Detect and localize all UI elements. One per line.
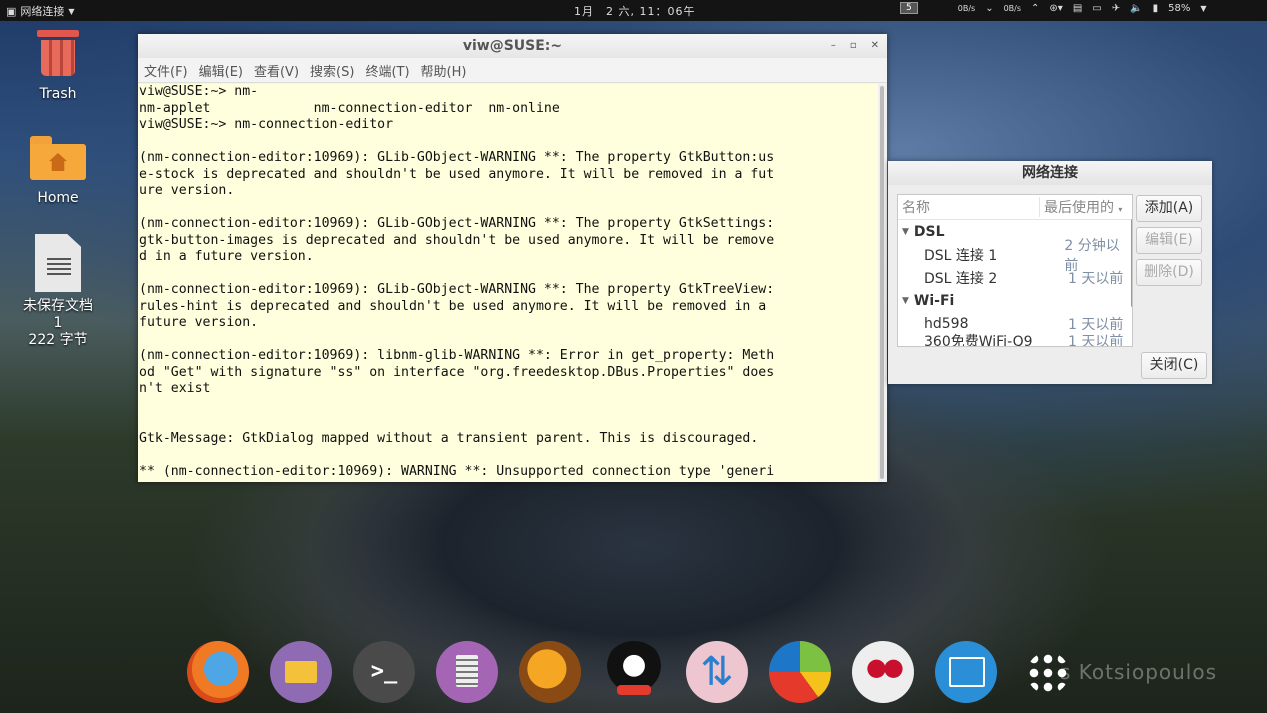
- clock[interactable]: 1月 2 六, 11：06午: [574, 3, 695, 19]
- maximize-button[interactable]: ▫: [850, 34, 857, 58]
- network-icon: ▣: [6, 4, 17, 18]
- document-label-number: 1: [53, 315, 63, 331]
- chevron-down-icon: ▼: [1200, 3, 1207, 13]
- connection-name: DSL 连接 1: [924, 247, 998, 264]
- list-header: 名称 最后使用的 ▾: [898, 195, 1132, 220]
- text-editor-icon[interactable]: [436, 641, 498, 703]
- volume-icon[interactable]: 🔈: [1130, 3, 1142, 14]
- connection-name: DSL 连接 2: [924, 270, 998, 287]
- expander-icon: ▼: [902, 295, 909, 306]
- terminal-text: viw@SUSE:~> nm- nm-applet nm-connection-…: [139, 84, 775, 479]
- workspace-indicator[interactable]: 5: [900, 2, 918, 14]
- trash-icon: [37, 30, 79, 76]
- connection-last-used: 1 天以前: [1068, 333, 1124, 347]
- sync-arrows-icon[interactable]: [686, 641, 748, 703]
- dock: >_: [185, 638, 1069, 708]
- list-item[interactable]: DSL 连接 2 1 天以前: [898, 266, 1132, 289]
- delete-button[interactable]: 删除(D): [1136, 259, 1202, 286]
- clipboard-icon[interactable]: ▤: [1073, 3, 1082, 14]
- battery-icon: ▮: [1152, 2, 1159, 14]
- home-label: Home: [37, 190, 79, 206]
- expander-icon: ▼: [902, 226, 909, 237]
- connection-last-used: 1 天以前: [1068, 270, 1124, 287]
- menu-edit[interactable]: 编辑(E): [199, 61, 243, 80]
- add-button[interactable]: 添加(A): [1136, 195, 1202, 222]
- network-menu[interactable]: ▣ 网络连接 ▼: [6, 3, 75, 19]
- terminal-titlebar[interactable]: viw@SUSE:~ – ▫ ✕: [138, 34, 887, 58]
- terminal-window: viw@SUSE:~ – ▫ ✕ 文件(F) 编辑(E) 查看(V) 搜索(S)…: [138, 34, 887, 482]
- minimize-button[interactable]: –: [831, 34, 836, 58]
- wallpaper-watermark: s Kotsiopoulos: [1060, 660, 1218, 684]
- menu-terminal[interactable]: 终端(T): [365, 61, 409, 80]
- top-panel: ▣ 网络连接 ▼ 1月 2 六, 11：06午 5 0B/s ⌄ 0B/s ⌃ …: [0, 0, 1267, 21]
- upload-speed: 0B/s: [1003, 3, 1022, 13]
- system-tray: 5 0B/s ⌄ 0B/s ⌃ ⊛▾ ▤ ▭ ✈ 🔈 ▮ 58% ▼: [900, 2, 1206, 14]
- system-monitor-icon[interactable]: [935, 641, 997, 703]
- list-item[interactable]: 360免费WiFi-Q9 1 天以前: [898, 329, 1132, 347]
- trash-label: Trash: [39, 86, 77, 102]
- download-speed: 0B/s: [957, 3, 976, 13]
- accessibility-icon[interactable]: ⊛▾: [1049, 3, 1062, 14]
- connection-name: 360免费WiFi-Q9: [924, 333, 1033, 347]
- airplane-icon[interactable]: ✈: [1112, 3, 1120, 14]
- text-document-icon: [35, 234, 81, 292]
- file-manager-icon[interactable]: [270, 641, 332, 703]
- home-folder-icon: [30, 136, 86, 180]
- chevron-down-icon: ⌄: [985, 2, 994, 14]
- display-icon[interactable]: ▭: [1092, 3, 1101, 14]
- menu-view[interactable]: 查看(V): [254, 61, 299, 80]
- terminal-menubar: 文件(F) 编辑(E) 查看(V) 搜索(S) 终端(T) 帮助(H): [138, 58, 887, 83]
- menu-search[interactable]: 搜索(S): [310, 61, 354, 80]
- terminal-icon[interactable]: >_: [353, 641, 415, 703]
- close-button[interactable]: ✕: [871, 34, 879, 58]
- document-size: 222 字节: [28, 332, 88, 348]
- firefox-icon[interactable]: [187, 641, 249, 703]
- edit-button[interactable]: 编辑(E): [1136, 227, 1202, 254]
- desktop-document[interactable]: 未保存文档 1 222 字节: [13, 234, 103, 349]
- terminal-scrollbar[interactable]: [878, 84, 887, 482]
- paint-icon[interactable]: [519, 641, 581, 703]
- desktop-trash[interactable]: Trash: [13, 30, 103, 102]
- close-dialog-button[interactable]: 关闭(C): [1141, 352, 1207, 379]
- connection-list[interactable]: 名称 最后使用的 ▾ ▼ DSL DSL 连接 1 2 分钟以前 DSL 连接 …: [897, 194, 1133, 347]
- cherry-icon[interactable]: [852, 641, 914, 703]
- column-last-used[interactable]: 最后使用的 ▾: [1038, 197, 1132, 217]
- terminal-output[interactable]: viw@SUSE:~> nm- nm-applet nm-connection-…: [138, 84, 878, 482]
- terminal-title: viw@SUSE:~: [462, 38, 563, 54]
- list-scrollbar[interactable]: [1131, 219, 1132, 307]
- network-menu-label: 网络连接: [20, 5, 65, 18]
- group-wifi[interactable]: ▼ Wi-Fi: [898, 289, 1132, 312]
- column-name[interactable]: 名称: [898, 197, 1039, 217]
- list-item[interactable]: DSL 连接 1 2 分钟以前: [898, 238, 1132, 274]
- battery-level[interactable]: 58%: [1168, 3, 1190, 14]
- desktop-home[interactable]: Home: [13, 136, 103, 206]
- qq-penguin-icon[interactable]: [603, 641, 665, 703]
- menu-help[interactable]: 帮助(H): [421, 61, 467, 80]
- network-connections-dialog: 网络连接 名称 最后使用的 ▾ ▼ DSL DSL 连接 1 2 分钟以前 DS…: [888, 161, 1212, 384]
- chevron-up-icon: ⌃: [1031, 2, 1040, 14]
- document-label: 未保存文档: [23, 298, 93, 314]
- dialog-title[interactable]: 网络连接: [888, 161, 1212, 185]
- sort-arrow-icon: ▾: [1118, 205, 1123, 214]
- group-label: DSL: [913, 223, 945, 240]
- connection-name: hd598: [924, 315, 969, 332]
- disk-usage-icon[interactable]: [769, 641, 831, 703]
- menu-file[interactable]: 文件(F): [144, 61, 188, 80]
- chevron-down-icon: ▼: [68, 6, 75, 16]
- group-label: Wi-Fi: [913, 292, 955, 309]
